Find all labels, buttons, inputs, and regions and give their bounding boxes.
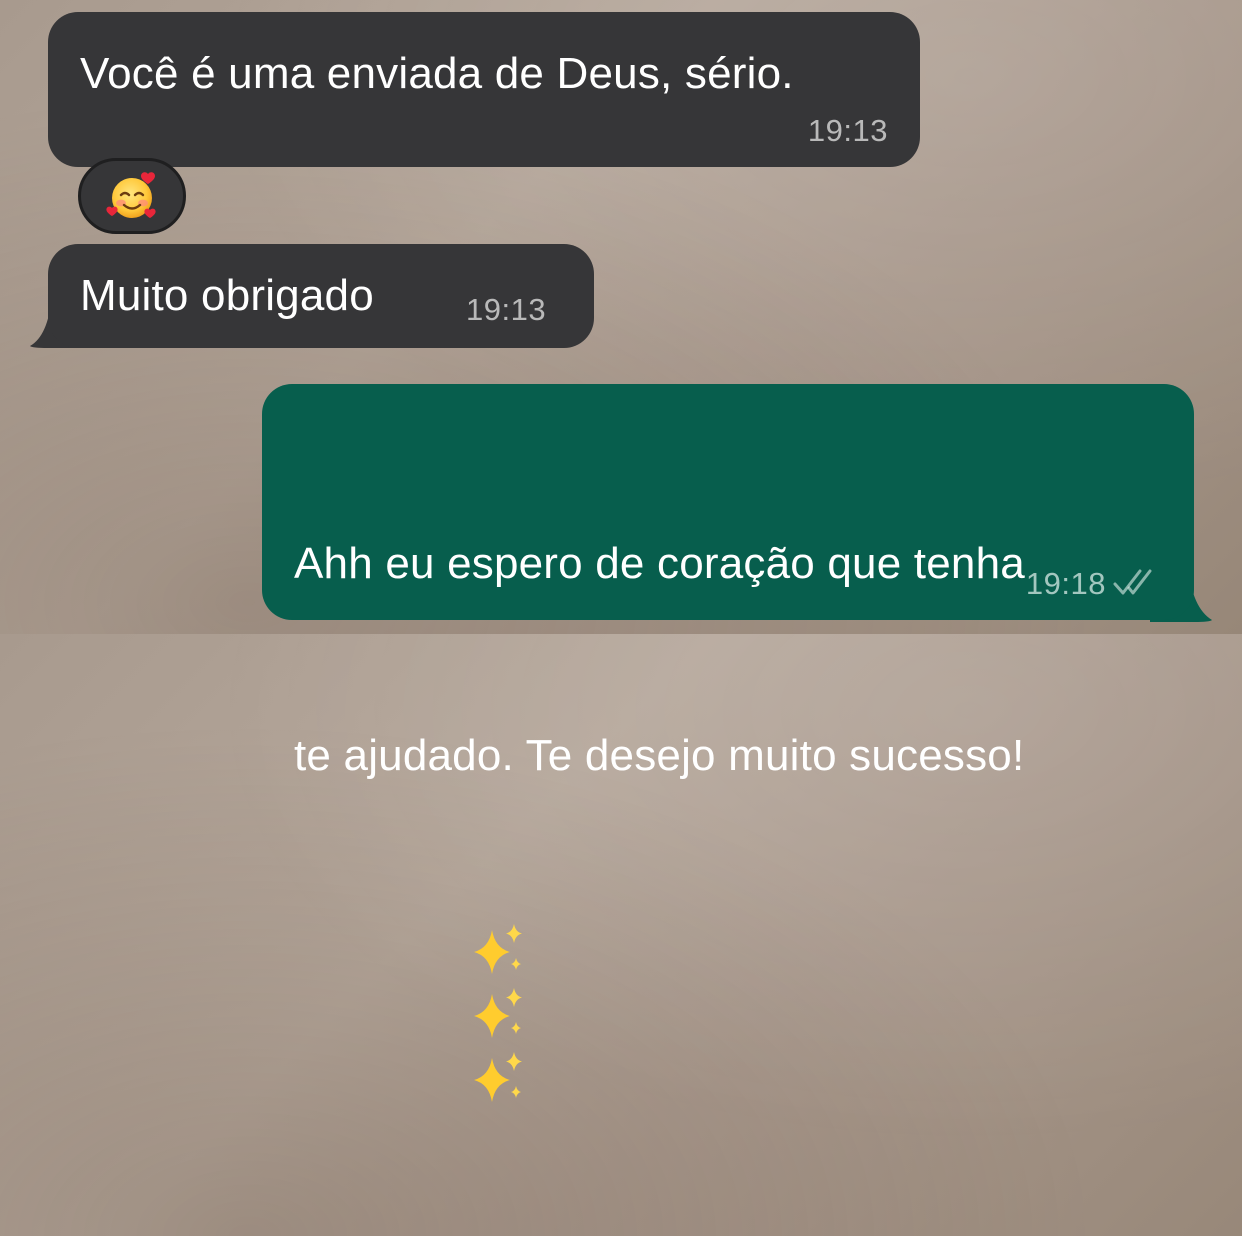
smiling-face-with-hearts-emoji	[106, 172, 156, 218]
emoji-row	[369, 852, 536, 1172]
chat-conversation: Você é uma enviada de Deus, sério. 19:13	[0, 0, 1242, 1103]
message-text: Muito obrigado	[80, 271, 374, 320]
message-timestamp: 19:13	[807, 113, 888, 148]
message-bubble-outgoing[interactable]: Ahh eu espero de coração que tenha te aj…	[262, 384, 1194, 1103]
sparkles-emoji	[473, 924, 522, 975]
message-text: Você é uma enviada de Deus, sério.	[80, 49, 794, 98]
message-text: Ahh eu espero de coração que tenha te aj…	[294, 404, 1025, 1236]
message-text-line: te ajudado. Te desejo muito sucesso!	[294, 731, 1025, 780]
message-text-line: Ahh eu espero de coração que tenha	[294, 539, 1025, 588]
message-reaction[interactable]	[78, 158, 186, 234]
message-bubble-incoming[interactable]: Você é uma enviada de Deus, sério. 19:13	[48, 12, 920, 167]
sparkles-emoji	[473, 988, 522, 1039]
sparkles-emoji	[473, 1052, 522, 1103]
message-timestamp: 19:13	[466, 292, 547, 327]
read-double-check-icon	[1113, 569, 1152, 595]
message-bubble-incoming[interactable]: Muito obrigado 19:13	[48, 244, 594, 348]
message-timestamp: 19:18	[1025, 566, 1106, 601]
